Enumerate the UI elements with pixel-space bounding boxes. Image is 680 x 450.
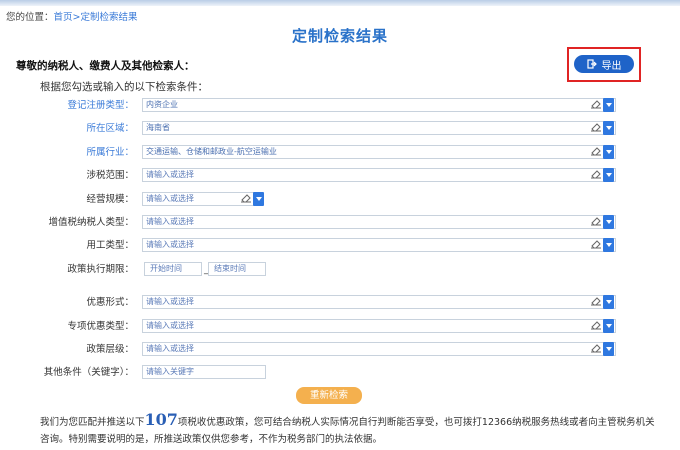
industry-label: 所属行业： [86,147,134,158]
eraser-icon[interactable] [590,239,602,249]
special-preference-type-dropdown[interactable] [603,319,614,333]
row-employment-type: 用工类型： 请输入或选择 [0,238,680,254]
search-again-button[interactable]: 重新检索 [296,387,362,404]
tax-scope-label: 涉税范围： [86,170,134,181]
vat-taxpayer-type-field[interactable]: 请输入或选择 [142,215,616,229]
breadcrumb-prefix: 您的位置： [6,12,54,23]
eraser-icon[interactable] [590,169,602,179]
row-policy-level: 政策层级： 请输入或选择 [0,342,680,358]
export-button[interactable]: 导出 [574,55,634,73]
preference-form-dropdown[interactable] [603,295,614,309]
eraser-icon[interactable] [590,320,602,330]
registration-type-label: 登记注册类型： [67,100,134,111]
row-business-scale: 经营规模： 请输入或选择 [0,192,680,208]
tax-scope-dropdown[interactable] [603,168,614,182]
row-industry: 所属行业： 交通运输、仓储和邮政业-航空运输业 [0,145,680,161]
region-field[interactable]: 海南省 [142,121,616,135]
row-vat-taxpayer-type: 增值税纳税人类型： 请输入或选择 [0,215,680,231]
business-scale-label: 经营规模： [86,194,134,205]
policy-start-date-field[interactable]: 开始时间 [144,262,202,276]
result-summary: 我们为您匹配并推送以下107项税收优惠政策，您可结合纳税人实际情况自行判断能否享… [40,411,660,448]
eraser-icon[interactable] [590,296,602,306]
breadcrumb: 您的位置：首页>定制检索结果 [6,9,138,23]
row-registration-type: 登记注册类型： 内资企业 [0,98,680,114]
employment-type-field[interactable]: 请输入或选择 [142,238,616,252]
page-title: 定制检索结果 [291,27,388,45]
policy-level-dropdown[interactable] [603,342,614,356]
row-special-preference-type: 专项优惠类型： 请输入或选择 [0,319,680,335]
export-icon [586,59,597,69]
row-preference-form: 优惠形式： 请输入或选择 [0,295,680,311]
employment-type-dropdown[interactable] [603,238,614,252]
breadcrumb-separator: > [72,12,81,23]
industry-dropdown[interactable] [603,145,614,159]
policy-end-date-field[interactable]: 结束时间 [208,262,266,276]
eraser-icon[interactable] [590,343,602,353]
tax-scope-field[interactable]: 请输入或选择 [142,168,616,182]
eraser-icon[interactable] [590,216,602,226]
export-label: 导出 [601,60,622,72]
policy-level-field[interactable]: 请输入或选择 [142,342,616,356]
policy-level-label: 政策层级： [86,344,134,355]
other-conditions-label: 其他条件（关键字）： [43,367,134,378]
breadcrumb-home-link[interactable]: 首页 [54,12,73,23]
vat-taxpayer-type-dropdown[interactable] [603,215,614,229]
region-dropdown[interactable] [603,121,614,135]
policy-period-label: 政策执行期限： [67,264,134,275]
special-preference-type-field[interactable]: 请输入或选择 [142,319,616,333]
row-region: 所在区域： 海南省 [0,121,680,137]
keyword-input[interactable]: 请输入关键字 [142,365,266,379]
top-band [0,0,680,6]
preference-form-label: 优惠形式： [86,297,134,308]
eraser-icon[interactable] [240,193,252,203]
policy-count: 107 [144,410,178,429]
eraser-icon[interactable] [590,146,602,156]
region-label: 所在区域： [86,123,134,134]
registration-type-dropdown[interactable] [603,98,614,112]
vat-taxpayer-type-label: 增值税纳税人类型： [48,217,134,228]
eraser-icon[interactable] [590,122,602,132]
industry-field[interactable]: 交通运输、仓储和邮政业-航空运输业 [142,145,616,159]
eraser-icon[interactable] [590,99,602,109]
preference-form-field[interactable]: 请输入或选择 [142,295,616,309]
row-policy-period: 政策执行期限： 开始时间 _ 结束时间 [0,262,680,278]
summary-text-before: 我们为您匹配并推送以下 [40,417,145,428]
registration-type-field[interactable]: 内资企业 [142,98,616,112]
business-scale-dropdown[interactable] [253,192,264,206]
row-tax-scope: 涉税范围： 请输入或选择 [0,168,680,184]
special-preference-type-label: 专项优惠类型： [67,321,134,332]
intro-text: 根据您勾选或输入的以下检索条件： [40,81,208,93]
breadcrumb-current: 定制检索结果 [80,12,138,23]
row-other-conditions: 其他条件（关键字）： 请输入关键字 [0,365,680,381]
employment-type-label: 用工类型： [86,240,134,251]
greeting: 尊敬的纳税人、缴费人及其他检索人： [16,60,195,72]
